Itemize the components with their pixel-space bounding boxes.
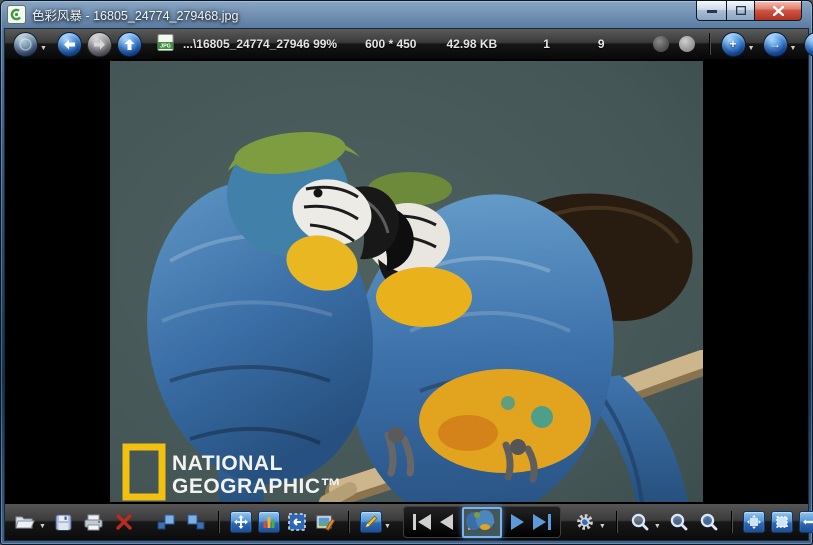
rotate-left-button[interactable] xyxy=(154,509,178,535)
image-viewport[interactable]: NATIONAL GEOGRAPHIC™ xyxy=(5,60,808,503)
open-file-button[interactable] xyxy=(13,509,37,535)
zoom-in-button[interactable] xyxy=(697,509,721,535)
overview-dropdown-caret[interactable]: ▼ xyxy=(40,45,47,52)
crop-select-button[interactable] xyxy=(286,511,308,533)
window-body: ▼ JPG ...\16805_24774_27946 99% 600 * 45… xyxy=(4,28,809,541)
top-toolbar: ▼ JPG ...\16805_24774_27946 99% 600 * 45… xyxy=(5,29,808,60)
indicator-light-circle[interactable] xyxy=(679,36,695,52)
first-image-button[interactable] xyxy=(413,514,431,530)
svg-text:JPG: JPG xyxy=(160,44,171,50)
back-button[interactable] xyxy=(57,32,82,57)
histogram-button[interactable] xyxy=(258,511,280,533)
toolbar-separator xyxy=(348,511,350,533)
zoom-tool-button[interactable] xyxy=(628,509,652,535)
edit-dropdown-caret[interactable]: ▼ xyxy=(384,523,391,530)
previous-image-button[interactable] xyxy=(440,514,453,530)
print-button[interactable] xyxy=(82,509,106,535)
toolbar-separator xyxy=(731,511,733,533)
close-button[interactable] xyxy=(754,1,802,21)
next-image-button[interactable] xyxy=(511,514,524,530)
settings-gear-button[interactable] xyxy=(573,509,597,535)
toolbar-separator xyxy=(709,33,711,55)
zoom-dropdown-caret[interactable]: ▼ xyxy=(654,523,661,530)
bottom-toolbar: ▼ xyxy=(5,503,808,540)
save-button[interactable] xyxy=(52,509,76,535)
titlebar: 色彩风暴 - 16805_24774_279468.jpg xyxy=(1,1,812,28)
delete-button[interactable] xyxy=(112,509,136,535)
jpg-file-icon: JPG xyxy=(156,34,175,54)
last-image-button[interactable] xyxy=(533,514,551,530)
current-index: 1 xyxy=(543,37,550,51)
photo-macaws: NATIONAL GEOGRAPHIC™ xyxy=(110,61,703,502)
indicator-dark-circle[interactable] xyxy=(653,36,669,52)
open-dropdown-caret[interactable]: ▼ xyxy=(39,523,46,530)
go-sphere-button[interactable]: → xyxy=(763,32,788,57)
fullscreen-sphere-button[interactable]: + xyxy=(721,32,746,57)
navigation-panel xyxy=(403,506,561,538)
minimize-button[interactable] xyxy=(696,1,727,21)
svg-text:NATIONAL: NATIONAL xyxy=(172,452,283,475)
maximize-button[interactable] xyxy=(727,1,754,21)
window-title: 色彩风暴 - 16805_24774_279468.jpg xyxy=(32,5,238,24)
actual-size-button[interactable] xyxy=(771,511,793,533)
forward-button[interactable] xyxy=(87,32,112,57)
edit-pen-button[interactable] xyxy=(360,511,382,533)
app-logo-icon xyxy=(7,5,26,24)
up-button[interactable] xyxy=(117,32,142,57)
toolbar-separator xyxy=(218,511,220,533)
overview-sphere-button[interactable] xyxy=(13,32,38,57)
app-window: 色彩风暴 - 16805_24774_279468.jpg ▼ xyxy=(0,0,813,545)
fit-width-button[interactable] xyxy=(799,511,813,533)
rotate-right-button[interactable] xyxy=(184,509,208,535)
settings-dropdown-caret[interactable]: ▼ xyxy=(599,523,606,530)
window-controls xyxy=(696,1,806,21)
fullscreen-dropdown-caret[interactable]: ▼ xyxy=(748,45,755,52)
image-dimensions: 600 * 450 xyxy=(365,37,416,51)
image-adjust-button[interactable] xyxy=(314,509,338,535)
image-count: 9 xyxy=(598,37,605,51)
file-size: 42.98 KB xyxy=(446,37,497,51)
pan-tool-button[interactable] xyxy=(230,511,252,533)
help-sphere-button[interactable]: ? xyxy=(804,32,813,57)
zoom-out-button[interactable] xyxy=(667,509,691,535)
go-dropdown-caret[interactable]: ▼ xyxy=(790,45,797,52)
toolbar-separator xyxy=(616,511,618,533)
svg-text:GEOGRAPHIC™: GEOGRAPHIC™ xyxy=(172,475,342,498)
current-image-thumbnail[interactable] xyxy=(462,507,502,538)
file-path-zoom: ...\16805_24774_27946 99% xyxy=(183,37,337,51)
fit-window-button[interactable] xyxy=(743,511,765,533)
